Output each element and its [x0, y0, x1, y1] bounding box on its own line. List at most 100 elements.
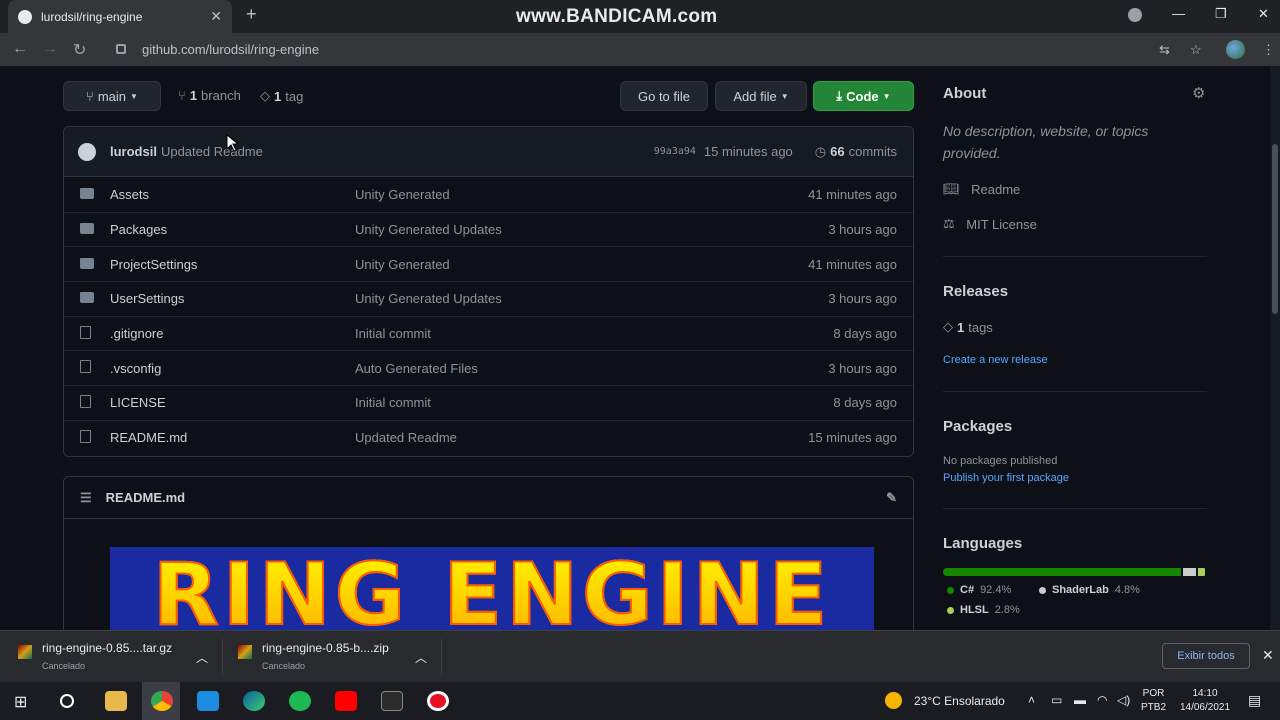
commit-message-link[interactable]: Unity Generated: [355, 257, 808, 272]
sidebar-tags-label: tags: [968, 319, 993, 335]
add-file-button[interactable]: Add file ▼: [715, 81, 807, 111]
forward-icon[interactable]: →: [42, 40, 58, 58]
gear-icon[interactable]: ⚙: [1192, 84, 1205, 102]
chevron-up-icon[interactable]: ˄: [1028, 693, 1035, 707]
chevron-up-icon[interactable]: ︿: [196, 649, 208, 666]
volume-icon[interactable]: ◁): [1117, 693, 1130, 707]
go-to-file-button[interactable]: Go to file: [620, 81, 708, 111]
language-item[interactable]: HLSL 2.8%: [947, 604, 1020, 616]
file-row[interactable]: .gitignore Initial commit 8 days ago: [64, 315, 913, 351]
language-bar: [943, 568, 1207, 576]
commit-message-link[interactable]: Unity Generated Updates: [355, 222, 828, 237]
address-bar[interactable]: github.com/lurodsil/ring-engine: [104, 38, 1154, 60]
browser-tab[interactable]: lurodsil/ring-engine ✕: [8, 0, 232, 33]
battery-icon[interactable]: ▬: [1074, 693, 1086, 707]
file-name[interactable]: LICENSE: [110, 395, 355, 410]
close-icon[interactable]: ✕: [1262, 647, 1274, 664]
commit-author[interactable]: lurodsil: [110, 144, 157, 159]
profile-avatar[interactable]: [1226, 40, 1245, 59]
file-explorer-icon[interactable]: [105, 691, 127, 711]
reload-icon[interactable]: ↻: [73, 40, 86, 60]
close-tab-icon[interactable]: ✕: [210, 8, 222, 25]
commit-message-link[interactable]: Initial commit: [355, 395, 833, 410]
tags-link[interactable]: ◇ 1 tag: [260, 88, 303, 104]
page-scrollbar[interactable]: [1270, 66, 1280, 630]
maximize-icon[interactable]: ❐: [1215, 6, 1227, 22]
file-row[interactable]: README.md Updated Readme 15 minutes ago: [64, 419, 913, 455]
edit-pencil-icon[interactable]: ✎: [886, 490, 897, 506]
file-name[interactable]: .gitignore: [110, 326, 355, 341]
file-name[interactable]: .vsconfig: [110, 361, 355, 376]
mail-icon[interactable]: [197, 691, 219, 711]
commit-message-link[interactable]: Initial commit: [355, 326, 833, 341]
readme-link[interactable]: 📖︎ Readme: [943, 181, 1020, 197]
file-name[interactable]: Assets: [110, 187, 355, 202]
meet-now-icon[interactable]: ▭: [1051, 693, 1062, 707]
file-name[interactable]: ProjectSettings: [110, 257, 355, 272]
license-link[interactable]: ⚖ MIT License: [943, 216, 1037, 232]
tab-title: lurodsil/ring-engine: [41, 9, 143, 24]
new-tab-icon[interactable]: +: [246, 4, 257, 25]
scrollbar-thumb[interactable]: [1272, 144, 1278, 314]
file-row[interactable]: Assets Unity Generated 41 minutes ago: [64, 177, 913, 212]
weather-text[interactable]: 23°C Ensolarado: [914, 694, 1005, 708]
youtube-icon[interactable]: [335, 691, 357, 711]
commit-hash[interactable]: 99a3a94: [654, 146, 696, 157]
commit-age: 3 hours ago: [828, 291, 897, 307]
tab-search-icon[interactable]: [1128, 8, 1142, 22]
commit-message-link[interactable]: Auto Generated Files: [355, 361, 828, 376]
translate-icon[interactable]: ⇆: [1159, 42, 1170, 58]
bookmark-star-icon[interactable]: ☆: [1190, 42, 1202, 58]
commit-message-link[interactable]: Unity Generated Updates: [355, 291, 828, 306]
spotify-icon[interactable]: [289, 691, 311, 711]
branches-link[interactable]: ⑂ 1 branch: [178, 88, 241, 103]
back-icon[interactable]: ←: [12, 40, 28, 58]
file-name[interactable]: Packages: [110, 222, 355, 237]
releases-heading[interactable]: Releases: [943, 283, 1008, 300]
windows-start-icon[interactable]: ⊞: [14, 692, 27, 712]
edge-icon[interactable]: [243, 691, 265, 711]
file-row[interactable]: UserSettings Unity Generated Updates 3 hou…: [64, 281, 913, 316]
clock[interactable]: 14:10 14/06/2021: [1176, 687, 1234, 715]
list-icon[interactable]: ☰: [80, 490, 92, 506]
file-row[interactable]: .vsconfig Auto Generated Files 3 hours ago: [64, 350, 913, 385]
file-row[interactable]: ProjectSettings Unity Generated 41 minutes…: [64, 246, 913, 281]
create-release-link[interactable]: Create a new release: [943, 354, 1048, 366]
bandicam-icon[interactable]: [427, 691, 449, 711]
code-button[interactable]: ⤓ Code ▼: [813, 81, 914, 111]
minimize-icon[interactable]: —: [1172, 6, 1185, 21]
menu-icon[interactable]: ⋮: [1262, 42, 1275, 58]
close-window-icon[interactable]: ✕: [1258, 6, 1269, 22]
unity-icon[interactable]: [381, 691, 403, 711]
download-filename: ring-engine-0.85....tar.gz: [42, 641, 173, 655]
notification-icon[interactable]: ▤: [1248, 692, 1261, 709]
download-item[interactable]: ring-engine-0.85-b....zip Cancelado: [238, 641, 389, 671]
language-item[interactable]: ShaderLab 4.8%: [1039, 584, 1140, 596]
commits-label[interactable]: commits: [849, 144, 897, 159]
tags-count-link[interactable]: ◇ 1 tags: [943, 319, 993, 335]
download-item[interactable]: ring-engine-0.85....tar.gz Cancelado: [18, 641, 172, 671]
commit-message-link[interactable]: Updated Readme: [355, 430, 808, 445]
show-all-button[interactable]: Exibir todos: [1162, 643, 1250, 669]
chrome-icon[interactable]: [151, 691, 173, 711]
author-avatar[interactable]: [78, 142, 96, 161]
file-name[interactable]: UserSettings: [110, 291, 355, 306]
language-percent: 92.4%: [980, 584, 1012, 596]
folder-icon: [80, 257, 94, 269]
language-item[interactable]: C# 92.4%: [947, 584, 1011, 596]
file-row[interactable]: Packages Unity Generated Updates 3 hours a…: [64, 211, 913, 247]
keyboard-layout[interactable]: POR PTB2: [1141, 687, 1166, 715]
commit-message-link[interactable]: Unity Generated: [355, 187, 808, 202]
packages-heading[interactable]: Packages: [943, 418, 1012, 435]
search-icon[interactable]: [60, 694, 74, 708]
file-name[interactable]: README.md: [110, 430, 355, 445]
file-row[interactable]: LICENSE Initial commit 8 days ago: [64, 385, 913, 420]
wifi-icon[interactable]: ◠: [1097, 693, 1107, 707]
commit-count[interactable]: 66: [830, 144, 844, 159]
branch-selector[interactable]: ⑂ main ▼: [63, 81, 161, 111]
commit-time: 15 minutes ago: [703, 144, 793, 159]
commit-message[interactable]: Updated Readme: [161, 144, 263, 159]
publish-package-link[interactable]: Publish your first package: [943, 472, 1069, 484]
file-icon: [80, 394, 91, 408]
chevron-up-icon[interactable]: ︿: [415, 649, 427, 666]
